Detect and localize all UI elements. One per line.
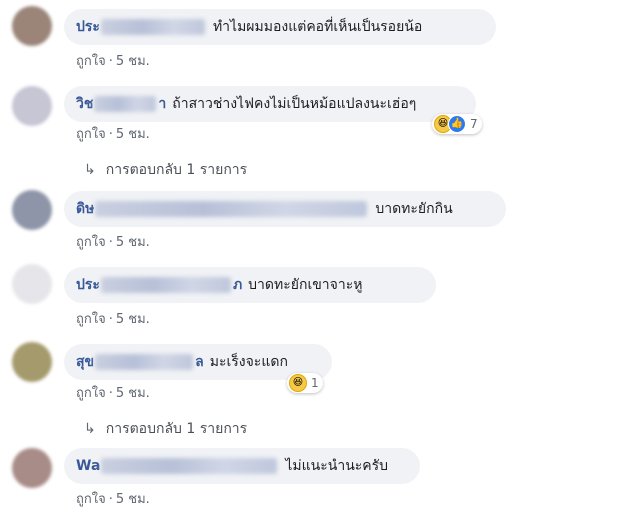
comment-meta: ถูกใจ · 5 ชม. (76, 123, 150, 144)
separator-dot: · (108, 386, 113, 401)
redacted-name (100, 277, 231, 293)
separator-dot: · (108, 312, 113, 327)
like-link[interactable]: ถูกใจ (76, 386, 106, 401)
redacted-name (95, 354, 194, 370)
comment-meta: ถูกใจ · 5 ชม. (76, 382, 150, 403)
avatar[interactable] (12, 6, 52, 46)
like-link[interactable]: ถูกใจ (76, 127, 106, 142)
like-link[interactable]: ถูกใจ (76, 54, 106, 69)
comment-text: มะเร็งจะแดก (209, 354, 288, 370)
like-link[interactable]: ถูกใจ (76, 312, 106, 327)
commenter-name[interactable]: สุข (76, 351, 94, 373)
timestamp[interactable]: 5 ชม. (116, 386, 150, 401)
comment-meta: ถูกใจ · 5 ชม. (76, 308, 150, 329)
separator-dot: · (108, 235, 113, 250)
timestamp[interactable]: 5 ชม. (116, 127, 150, 142)
commenter-name-end: ภ (232, 277, 243, 293)
comment-text: บาดทะยักเขาจาะหู (248, 277, 363, 293)
commenter-name[interactable]: ประ (76, 274, 100, 296)
commenter-name[interactable]: วิช (76, 93, 93, 115)
view-replies-link[interactable]: ↳ การตอบกลับ 1 รายการ (84, 159, 247, 181)
avatar[interactable] (12, 264, 52, 304)
commenter-name[interactable]: ประ (76, 16, 100, 38)
haha-icon: 😆 (289, 374, 307, 392)
comment-text: บาดทะยักกิน (375, 201, 453, 217)
avatar[interactable] (12, 342, 52, 382)
comment-bubble: ประ ทำไมผมมองแต่คอที่เห็นเป็นรอยน้อ (64, 9, 496, 45)
comment-bubble: วิช า ถ้าสาวช่างไฟคงไม่เป็นหม้อแปลงนะเฮ่… (64, 86, 476, 122)
timestamp[interactable]: 5 ชม. (116, 54, 150, 69)
separator-dot: · (108, 54, 113, 69)
redacted-name (94, 96, 157, 112)
reaction-count: 1 (311, 376, 319, 390)
view-replies-link[interactable]: ↳ การตอบกลับ 1 รายการ (84, 418, 247, 440)
replies-label: การตอบกลับ 1 รายการ (105, 421, 248, 437)
redacted-name (100, 19, 205, 35)
avatar[interactable] (12, 190, 52, 230)
reply-arrow-icon: ↳ (84, 421, 96, 437)
separator-dot: · (108, 127, 113, 142)
redacted-name (101, 458, 278, 474)
comment-meta: ถูกใจ · 5 ชม. (76, 50, 150, 71)
like-icon: 👍 (448, 115, 466, 133)
like-link[interactable]: ถูกใจ (76, 235, 106, 250)
comment-text: ไม่แนะนำนะครับ (285, 458, 389, 474)
commenter-name-end: า (158, 96, 167, 112)
avatar[interactable] (12, 448, 52, 488)
comment-text: ทำไมผมมองแต่คอที่เห็นเป็นรอยน้อ (212, 19, 423, 35)
commenter-name[interactable]: Wa (76, 458, 100, 474)
timestamp[interactable]: 5 ชม. (116, 235, 150, 250)
reaction-summary[interactable]: 😆 1 (287, 373, 323, 393)
avatar[interactable] (12, 86, 52, 126)
reaction-summary[interactable]: 😆 👍 7 (432, 114, 482, 134)
commenter-name[interactable]: ดิษ (76, 198, 94, 220)
reaction-count: 7 (470, 117, 478, 131)
timestamp[interactable]: 5 ชม. (116, 312, 150, 327)
comment-bubble: ดิษ บาดทะยักกิน (64, 191, 506, 227)
replies-label: การตอบกลับ 1 รายการ (105, 162, 248, 178)
comment-bubble: Wa ไม่แนะนำนะครับ (64, 448, 420, 484)
comment-meta: ถูกใจ · 5 ชม. (76, 231, 150, 252)
comment-bubble: ประ ภ บาดทะยักเขาจาะหู (64, 267, 436, 303)
comment-meta: ถูกใจ · 5 ชม. (76, 488, 150, 509)
redacted-name (95, 201, 368, 217)
comment-text: ถ้าสาวช่างไฟคงไม่เป็นหม้อแปลงนะเฮ่อๆ (172, 96, 417, 112)
reply-arrow-icon: ↳ (84, 162, 96, 178)
commenter-name-end: ล (195, 354, 204, 370)
